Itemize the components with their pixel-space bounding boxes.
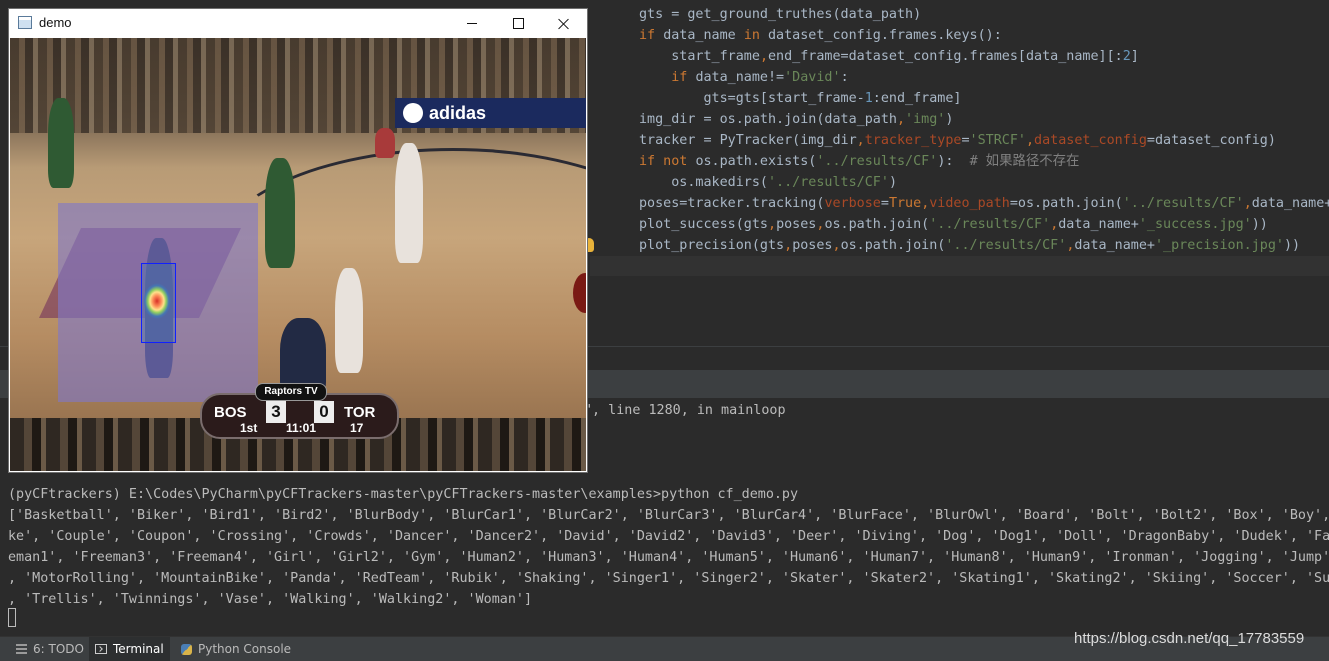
demo-window[interactable]: demo adidas BOS 3 0 TOR 1st 11:01 17 Rap… [9,9,587,472]
terminal-tool-label: Terminal [113,642,164,656]
python-icon [181,643,192,655]
code-line[interactable]: tracker = PyTracker(img_dir,tracker_type… [639,130,1276,151]
terminal-line: , 'Trellis', 'Twinnings', 'Vase', 'Walki… [8,592,533,607]
window-titlebar[interactable]: demo [9,9,587,38]
code-line[interactable]: start_frame,end_frame=dataset_config.fra… [639,46,1139,67]
score-right: 0 [314,401,334,423]
code-line[interactable]: gts=gts[start_frame-1:end_frame] [639,88,961,109]
team-left: BOS [214,404,247,421]
code-line[interactable]: plot_success(gts,poses,os.path.join('../… [639,214,1268,235]
current-line-highlight [590,256,1329,276]
code-line[interactable]: if data_name!='David': [639,67,848,88]
terminal-cursor[interactable] [8,608,16,627]
minimize-icon [467,23,477,24]
player [395,143,423,263]
code-line[interactable]: if data_name in dataset_config.frames.ke… [639,25,1002,46]
close-icon [558,18,570,30]
video-frame: adidas BOS 3 0 TOR 1st 11:01 17 Raptors … [10,38,586,471]
player [265,158,295,268]
todo-tool-label: 6: TODO [33,642,84,656]
close-button[interactable] [541,9,587,38]
code-line[interactable]: if not os.path.exists('../results/CF'): … [639,151,1079,172]
list-icon [16,644,27,654]
minimize-button[interactable] [449,9,495,38]
game-clock: 11:01 [286,421,317,435]
watermark: https://blog.csdn.net/qq_17783559 [1074,630,1305,647]
terminal-line: ['Basketball', 'Biker', 'Bird1', 'Bird2'… [8,508,1329,523]
ad-board: adidas [395,98,586,128]
terminal-line: , 'MotorRolling', 'MountainBike', 'Panda… [8,571,1329,586]
tv-badge: Raptors TV [255,383,327,401]
app-window-icon [18,16,32,29]
todo-tool-button[interactable]: 6: TODO [10,637,90,661]
terminal-icon [95,644,107,654]
player [335,268,363,373]
score-left: 3 [266,401,286,423]
code-line[interactable]: poses=tracker.tracking(verbose=True,vide… [639,193,1329,214]
window-title: demo [39,15,72,30]
ad-text: adidas [429,103,487,123]
code-line[interactable]: plot_precision(gts,poses,os.path.join('.… [639,235,1300,256]
terminal-tool-button[interactable]: Terminal [89,637,170,661]
team-right: TOR [344,404,376,421]
player [48,98,74,188]
quarter: 1st [240,421,258,435]
code-line[interactable]: img_dir = os.path.join(data_path,'img') [639,109,953,130]
maximize-button[interactable] [495,9,541,38]
terminal-line: ke', 'Couple', 'Coupon', 'Crossing', 'Cr… [8,529,1329,544]
player [375,128,395,158]
tracker-bounding-box [141,263,176,343]
code-line[interactable]: gts = get_ground_truthes(data_path) [639,4,921,25]
shot-clock: 17 [350,421,364,435]
python-console-label: Python Console [198,642,292,656]
python-console-tool-button[interactable]: Python Console [175,637,297,661]
code-line[interactable]: os.makedirs('../results/CF') [639,172,897,193]
raptors-logo-icon [403,103,423,123]
terminal-line: ", line 1280, in mainloop [584,403,786,418]
terminal-line: eman1', 'Freeman3', 'Freeman4', 'Girl', … [8,550,1329,565]
maximize-icon [512,18,524,29]
terminal-prompt: (pyCFtrackers) E:\Codes\PyCharm\pyCFTrac… [8,487,799,502]
